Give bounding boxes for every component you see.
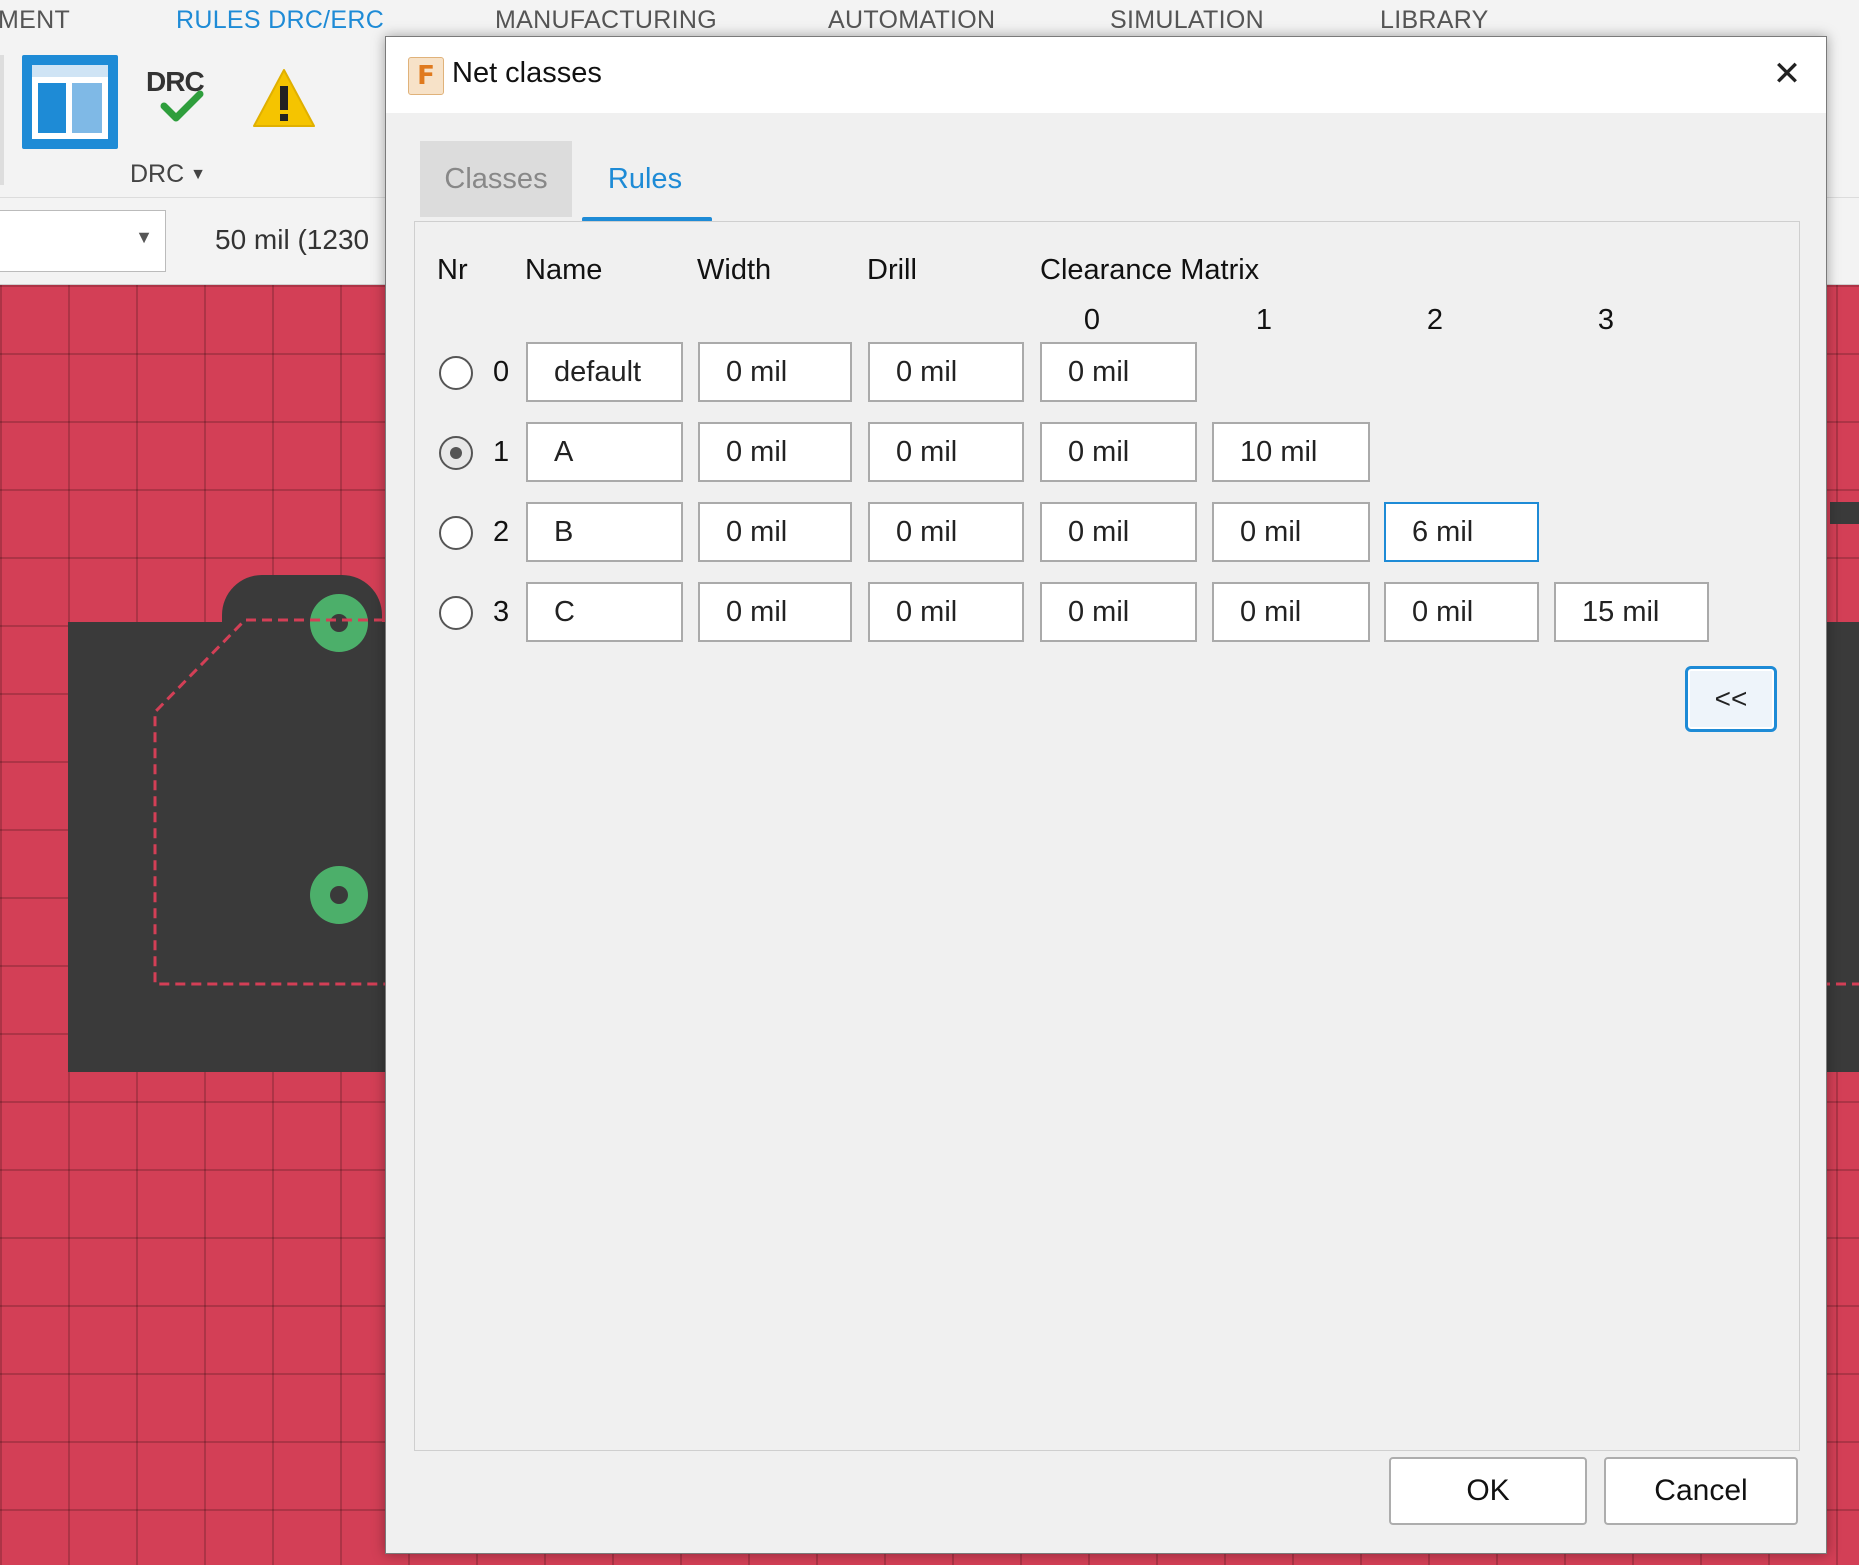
dialog-titlebar: F Net classes ✕ — [386, 37, 1826, 113]
width-field[interactable]: 0 mil — [698, 342, 852, 402]
name-field[interactable]: A — [526, 422, 683, 482]
net-class-radio-0[interactable] — [439, 356, 473, 390]
header-drill: Drill — [867, 254, 917, 286]
width-field[interactable]: 0 mil — [698, 502, 852, 562]
dialog-title: Net classes — [452, 57, 602, 89]
tab-classes[interactable]: Classes — [420, 141, 572, 217]
header-nr: Nr — [437, 254, 468, 286]
drill-field[interactable]: 0 mil — [868, 502, 1024, 562]
clearance-field-1-1[interactable]: 10 mil — [1212, 422, 1370, 482]
ok-button[interactable]: OK — [1389, 1457, 1587, 1525]
width-field[interactable]: 0 mil — [698, 422, 852, 482]
rules-panel: Nr Name Width Drill Clearance Matrix 0 1… — [414, 221, 1800, 1451]
cancel-button[interactable]: Cancel — [1604, 1457, 1798, 1525]
clearance-field-3-0[interactable]: 0 mil — [1040, 582, 1197, 642]
clearance-field-3-1[interactable]: 0 mil — [1212, 582, 1370, 642]
row-number: 2 — [493, 516, 510, 548]
row-number: 1 — [493, 436, 510, 468]
clearance-field-2-2[interactable]: 6 mil — [1384, 502, 1539, 562]
header-clearance-matrix: Clearance Matrix — [1040, 254, 1260, 286]
net-class-radio-1[interactable] — [439, 436, 473, 470]
net-class-radio-2[interactable] — [439, 516, 473, 550]
name-field[interactable]: C — [526, 582, 683, 642]
net-class-radio-3[interactable] — [439, 596, 473, 630]
matrix-column-2: 2 — [1426, 304, 1444, 336]
matrix-column-3: 3 — [1597, 304, 1615, 336]
tab-rules[interactable]: Rules — [580, 141, 710, 217]
clearance-field-2-1[interactable]: 0 mil — [1212, 502, 1370, 562]
clearance-field-3-3[interactable]: 15 mil — [1554, 582, 1709, 642]
drill-field[interactable]: 0 mil — [868, 422, 1024, 482]
fusion-app-icon: F — [408, 57, 444, 95]
name-field[interactable]: B — [526, 502, 683, 562]
collapse-matrix-button[interactable]: << — [1685, 666, 1777, 732]
clearance-field-2-0[interactable]: 0 mil — [1040, 502, 1197, 562]
drill-field[interactable]: 0 mil — [868, 342, 1024, 402]
net-classes-dialog: F Net classes ✕ Classes Rules Nr Name Wi… — [385, 36, 1827, 1554]
close-icon[interactable]: ✕ — [1762, 49, 1812, 99]
clearance-field-3-2[interactable]: 0 mil — [1384, 582, 1539, 642]
row-number: 3 — [493, 596, 510, 628]
matrix-column-1: 1 — [1255, 304, 1273, 336]
header-width: Width — [697, 254, 772, 286]
drill-field[interactable]: 0 mil — [868, 582, 1024, 642]
header-name: Name — [525, 254, 603, 286]
name-field[interactable]: default — [526, 342, 683, 402]
clearance-field-1-0[interactable]: 0 mil — [1040, 422, 1197, 482]
matrix-column-0: 0 — [1083, 304, 1101, 336]
row-number: 0 — [493, 356, 510, 388]
clearance-field-0-0[interactable]: 0 mil — [1040, 342, 1197, 402]
width-field[interactable]: 0 mil — [698, 582, 852, 642]
